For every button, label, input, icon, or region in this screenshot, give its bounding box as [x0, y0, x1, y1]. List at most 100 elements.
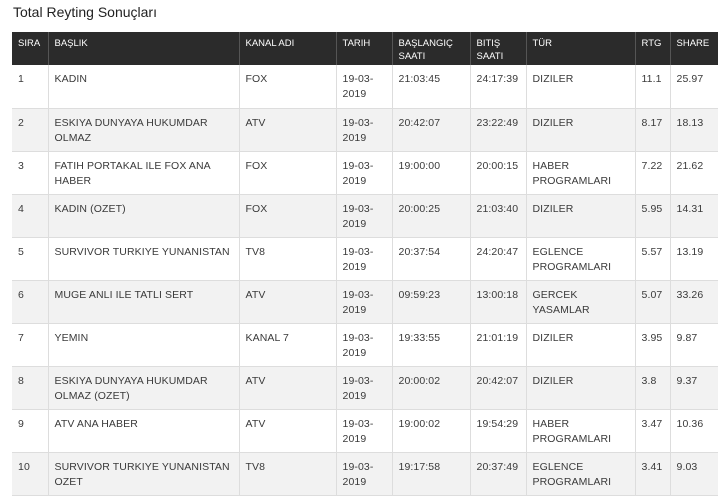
cell-bitis: 21:01:19 — [470, 323, 527, 367]
cell-rtg: 3.8 — [635, 366, 671, 410]
cell-bitis: 23:22:49 — [470, 108, 527, 152]
cell-sira: 3 — [12, 151, 49, 195]
cell-tur: DIZILER — [526, 65, 636, 109]
cell-share: 13.19 — [670, 237, 718, 281]
cell-bitis: 20:37:49 — [470, 452, 527, 496]
cell-share: 21.62 — [670, 151, 718, 195]
cell-tarih: 19-03-2019 — [336, 65, 393, 109]
cell-tur: DIZILER — [526, 194, 636, 238]
cell-tur: DIZILER — [526, 323, 636, 367]
cell-rtg: 5.57 — [635, 237, 671, 281]
header-baslik[interactable]: BAŞLIK — [48, 32, 240, 65]
cell-share: 18.13 — [670, 108, 718, 152]
cell-sira: 9 — [12, 409, 49, 453]
cell-bitis: 21:03:40 — [470, 194, 527, 238]
cell-baslangic: 19:17:58 — [392, 452, 471, 496]
cell-kanal: TV8 — [239, 452, 337, 496]
table-header-row: SIRA BAŞLIK KANAL ADI TARIH BAŞLANGIÇ SA… — [12, 32, 718, 65]
cell-sira: 2 — [12, 108, 49, 152]
cell-sira: 10 — [12, 452, 49, 496]
cell-share: 25.97 — [670, 65, 718, 109]
cell-kanal: ATV — [239, 280, 337, 324]
header-sira[interactable]: SIRA — [12, 32, 49, 65]
cell-sira: 7 — [12, 323, 49, 367]
cell-rtg: 7.22 — [635, 151, 671, 195]
cell-baslik: MUGE ANLI ILE TATLI SERT — [48, 280, 240, 324]
header-share[interactable]: SHARE — [670, 32, 718, 65]
cell-baslangic: 20:42:07 — [392, 108, 471, 152]
cell-rtg: 3.41 — [635, 452, 671, 496]
cell-tur: GERCEK YASAMLAR — [526, 280, 636, 324]
cell-tur: HABER PROGRAMLARI — [526, 409, 636, 453]
cell-kanal: TV8 — [239, 237, 337, 281]
cell-tarih: 19-03-2019 — [336, 280, 393, 324]
cell-share: 9.37 — [670, 366, 718, 410]
cell-rtg: 11.1 — [635, 65, 671, 109]
cell-baslangic: 20:00:25 — [392, 194, 471, 238]
cell-baslangic: 20:37:54 — [392, 237, 471, 281]
cell-bitis: 24:20:47 — [470, 237, 527, 281]
cell-kanal: FOX — [239, 65, 337, 109]
cell-tarih: 19-03-2019 — [336, 452, 393, 496]
cell-baslik: ESKIYA DUNYAYA HUKUMDAR OLMAZ — [48, 108, 240, 152]
cell-rtg: 3.95 — [635, 323, 671, 367]
cell-share: 14.31 — [670, 194, 718, 238]
cell-tarih: 19-03-2019 — [336, 409, 393, 453]
cell-baslangic: 19:00:00 — [392, 151, 471, 195]
cell-kanal: ATV — [239, 409, 337, 453]
cell-baslangic: 20:00:02 — [392, 366, 471, 410]
header-tarih[interactable]: TARIH — [336, 32, 393, 65]
table-row: 3 FATIH PORTAKAL ILE FOX ANA HABER FOX 19-0… — [12, 151, 718, 195]
cell-baslangic: 21:03:45 — [392, 65, 471, 109]
header-kanal[interactable]: KANAL ADI — [239, 32, 337, 65]
cell-share: 9.87 — [670, 323, 718, 367]
cell-baslik: SURVIVOR TURKIYE YUNANISTAN OZET — [48, 452, 240, 496]
cell-share: 33.26 — [670, 280, 718, 324]
cell-bitis: 24:17:39 — [470, 65, 527, 109]
ratings-table: SIRA BAŞLIK KANAL ADI TARIH BAŞLANGIÇ SA… — [12, 32, 718, 496]
cell-kanal: FOX — [239, 151, 337, 195]
cell-bitis: 19:54:29 — [470, 409, 527, 453]
cell-baslik: KADIN (OZET) — [48, 194, 240, 238]
cell-sira: 6 — [12, 280, 49, 324]
cell-rtg: 5.07 — [635, 280, 671, 324]
cell-bitis: 20:42:07 — [470, 366, 527, 410]
table-row: 6 MUGE ANLI ILE TATLI SERT ATV 19-03-2019 09… — [12, 280, 718, 324]
cell-tarih: 19-03-2019 — [336, 323, 393, 367]
header-baslangic[interactable]: BAŞLANGIÇ SAATI — [392, 32, 471, 65]
header-bitis[interactable]: BITIŞ SAATI — [470, 32, 527, 65]
cell-rtg: 5.95 — [635, 194, 671, 238]
cell-bitis: 20:00:15 — [470, 151, 527, 195]
cell-rtg: 8.17 — [635, 108, 671, 152]
cell-kanal: FOX — [239, 194, 337, 238]
cell-baslik: FATIH PORTAKAL ILE FOX ANA HABER — [48, 151, 240, 195]
cell-tarih: 19-03-2019 — [336, 194, 393, 238]
cell-tur: DIZILER — [526, 108, 636, 152]
table-row: 1 KADIN FOX 19-03-2019 21:03:45 24:17:39 DIZIL… — [12, 65, 718, 109]
cell-tur: EGLENCE PROGRAMLARI — [526, 237, 636, 281]
cell-tarih: 19-03-2019 — [336, 366, 393, 410]
cell-baslik: YEMIN — [48, 323, 240, 367]
table-row: 8 ESKIYA DUNYAYA HUKUMDAR OLMAZ (OZET) ATV… — [12, 366, 718, 410]
cell-rtg: 3.47 — [635, 409, 671, 453]
cell-baslangic: 09:59:23 — [392, 280, 471, 324]
cell-baslik: ATV ANA HABER — [48, 409, 240, 453]
header-tur[interactable]: TÜR — [526, 32, 636, 65]
cell-sira: 4 — [12, 194, 49, 238]
table-body: 1 KADIN FOX 19-03-2019 21:03:45 24:17:39 DIZIL… — [12, 65, 718, 496]
cell-tarih: 19-03-2019 — [336, 108, 393, 152]
cell-sira: 5 — [12, 237, 49, 281]
cell-share: 9.03 — [670, 452, 718, 496]
table-row: 7 YEMIN KANAL 7 19-03-2019 19:33:55 21:01:19 D… — [12, 323, 718, 367]
cell-share: 10.36 — [670, 409, 718, 453]
cell-tur: DIZILER — [526, 366, 636, 410]
cell-tarih: 19-03-2019 — [336, 151, 393, 195]
table-row: 5 SURVIVOR TURKIYE YUNANISTAN TV8 19-03-201… — [12, 237, 718, 281]
cell-bitis: 13:00:18 — [470, 280, 527, 324]
cell-baslik: KADIN — [48, 65, 240, 109]
cell-baslangic: 19:33:55 — [392, 323, 471, 367]
header-rtg[interactable]: RTG — [635, 32, 671, 65]
cell-tur: HABER PROGRAMLARI — [526, 151, 636, 195]
table-row: 2 ESKIYA DUNYAYA HUKUMDAR OLMAZ ATV 19-03-2… — [12, 108, 718, 152]
cell-kanal: KANAL 7 — [239, 323, 337, 367]
